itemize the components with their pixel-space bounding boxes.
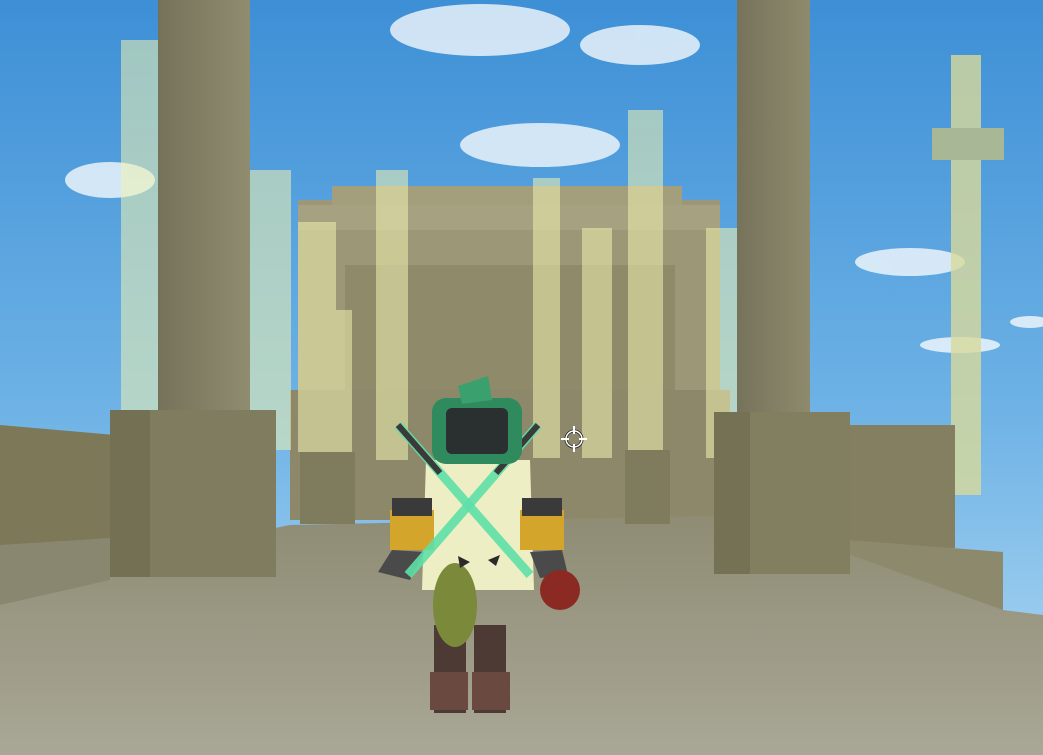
game-scene[interactable] <box>0 0 1043 755</box>
crosshair-icon <box>561 426 587 452</box>
game-viewport[interactable] <box>0 0 1043 755</box>
